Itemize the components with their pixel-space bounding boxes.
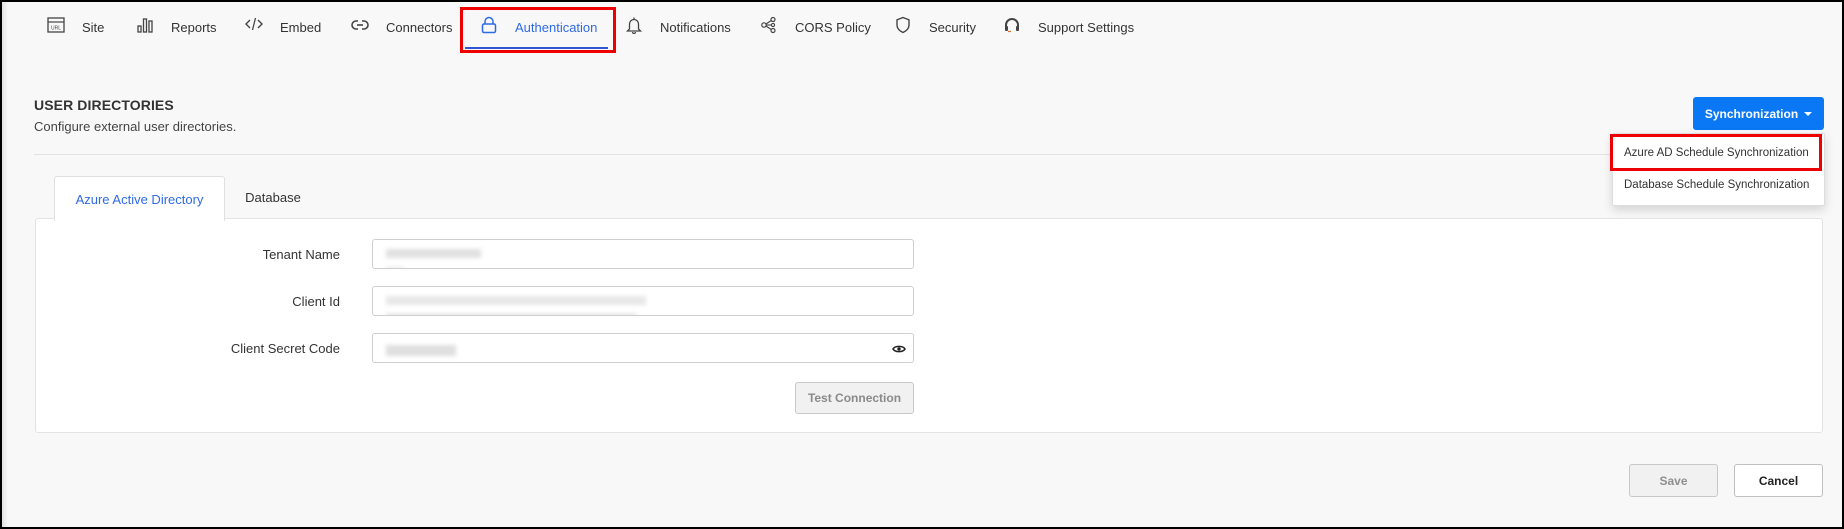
nav-label: Connectors bbox=[386, 19, 453, 35]
cancel-button[interactable]: Cancel bbox=[1734, 464, 1823, 497]
nav-item-notifications[interactable]: Notifications bbox=[625, 2, 731, 52]
tab-azure-active-directory[interactable]: Azure Active Directory bbox=[54, 176, 225, 221]
redacted-value bbox=[386, 343, 456, 361]
synchronization-button[interactable]: Synchronization bbox=[1693, 97, 1824, 130]
nav-label: Security bbox=[929, 19, 976, 35]
nav-label: Embed bbox=[280, 19, 322, 35]
nav-label: Reports bbox=[171, 19, 217, 35]
shield-icon bbox=[894, 16, 912, 34]
nav-item-cors-policy[interactable]: CORS Policy bbox=[760, 2, 871, 52]
link-icon bbox=[351, 16, 369, 34]
client-id-label: Client Id bbox=[292, 294, 340, 309]
nav-item-embed[interactable]: Embed bbox=[245, 2, 321, 52]
caret-down-icon bbox=[1804, 111, 1813, 116]
test-connection-button[interactable]: Test Connection bbox=[795, 382, 914, 414]
client-id-input[interactable] bbox=[372, 286, 914, 316]
tenant-name-input[interactable] bbox=[372, 239, 914, 269]
redacted-value bbox=[386, 292, 646, 315]
nav-label: Notifications bbox=[660, 19, 731, 35]
share-nodes-icon bbox=[760, 16, 778, 34]
eye-icon[interactable] bbox=[892, 342, 906, 356]
headset-icon bbox=[1003, 16, 1021, 34]
form-row-tenant-name: Tenant Name bbox=[36, 239, 1822, 271]
bar-chart-icon bbox=[136, 16, 154, 34]
app-frame: URL Site Reports Embed Connectors Authen… bbox=[2, 2, 1842, 527]
active-tab-indicator bbox=[465, 47, 608, 49]
url-icon: URL bbox=[47, 16, 65, 34]
synchronization-label: Synchronization bbox=[1704, 106, 1799, 121]
form-row-client-secret-code: Client Secret Code bbox=[36, 333, 1822, 365]
bell-icon bbox=[625, 16, 643, 34]
synchronization-menu: Azure AD Schedule Synchronization Databa… bbox=[1612, 133, 1825, 206]
nav-label: Site bbox=[82, 19, 105, 35]
svg-text:URL: URL bbox=[51, 26, 61, 32]
nav-label: Authentication bbox=[515, 19, 598, 35]
menu-item-database-schedule-sync[interactable]: Database Schedule Synchronization bbox=[1613, 169, 1824, 201]
nav-item-reports[interactable]: Reports bbox=[136, 2, 217, 52]
tenant-name-label: Tenant Name bbox=[262, 247, 340, 262]
menu-item-azure-ad-schedule-sync[interactable]: Azure AD Schedule Synchronization bbox=[1613, 137, 1824, 169]
nav-label: CORS Policy bbox=[795, 19, 871, 35]
nav-item-site[interactable]: URL Site bbox=[47, 2, 104, 52]
nav-item-security[interactable]: Security bbox=[894, 2, 976, 52]
page-title: USER DIRECTORIES bbox=[34, 97, 174, 113]
page-subtitle: Configure external user directories. bbox=[34, 119, 237, 134]
nav-item-connectors[interactable]: Connectors bbox=[351, 2, 452, 52]
tab-database[interactable]: Database bbox=[230, 176, 316, 219]
client-secret-code-label: Client Secret Code bbox=[230, 341, 340, 356]
code-icon bbox=[245, 16, 263, 34]
azure-ad-form-panel: Tenant Name Client Id Client Secret Code bbox=[35, 218, 1823, 433]
client-secret-code-input[interactable] bbox=[372, 333, 914, 363]
save-button[interactable]: Save bbox=[1629, 464, 1718, 497]
lock-icon bbox=[480, 16, 498, 34]
form-row-client-id: Client Id bbox=[36, 286, 1822, 318]
nav-label: Support Settings bbox=[1038, 19, 1135, 35]
header-divider bbox=[34, 154, 1822, 155]
nav-item-support-settings[interactable]: Support Settings bbox=[1003, 2, 1134, 52]
nav-item-authentication[interactable]: Authentication bbox=[480, 2, 597, 52]
redacted-value bbox=[386, 245, 481, 268]
